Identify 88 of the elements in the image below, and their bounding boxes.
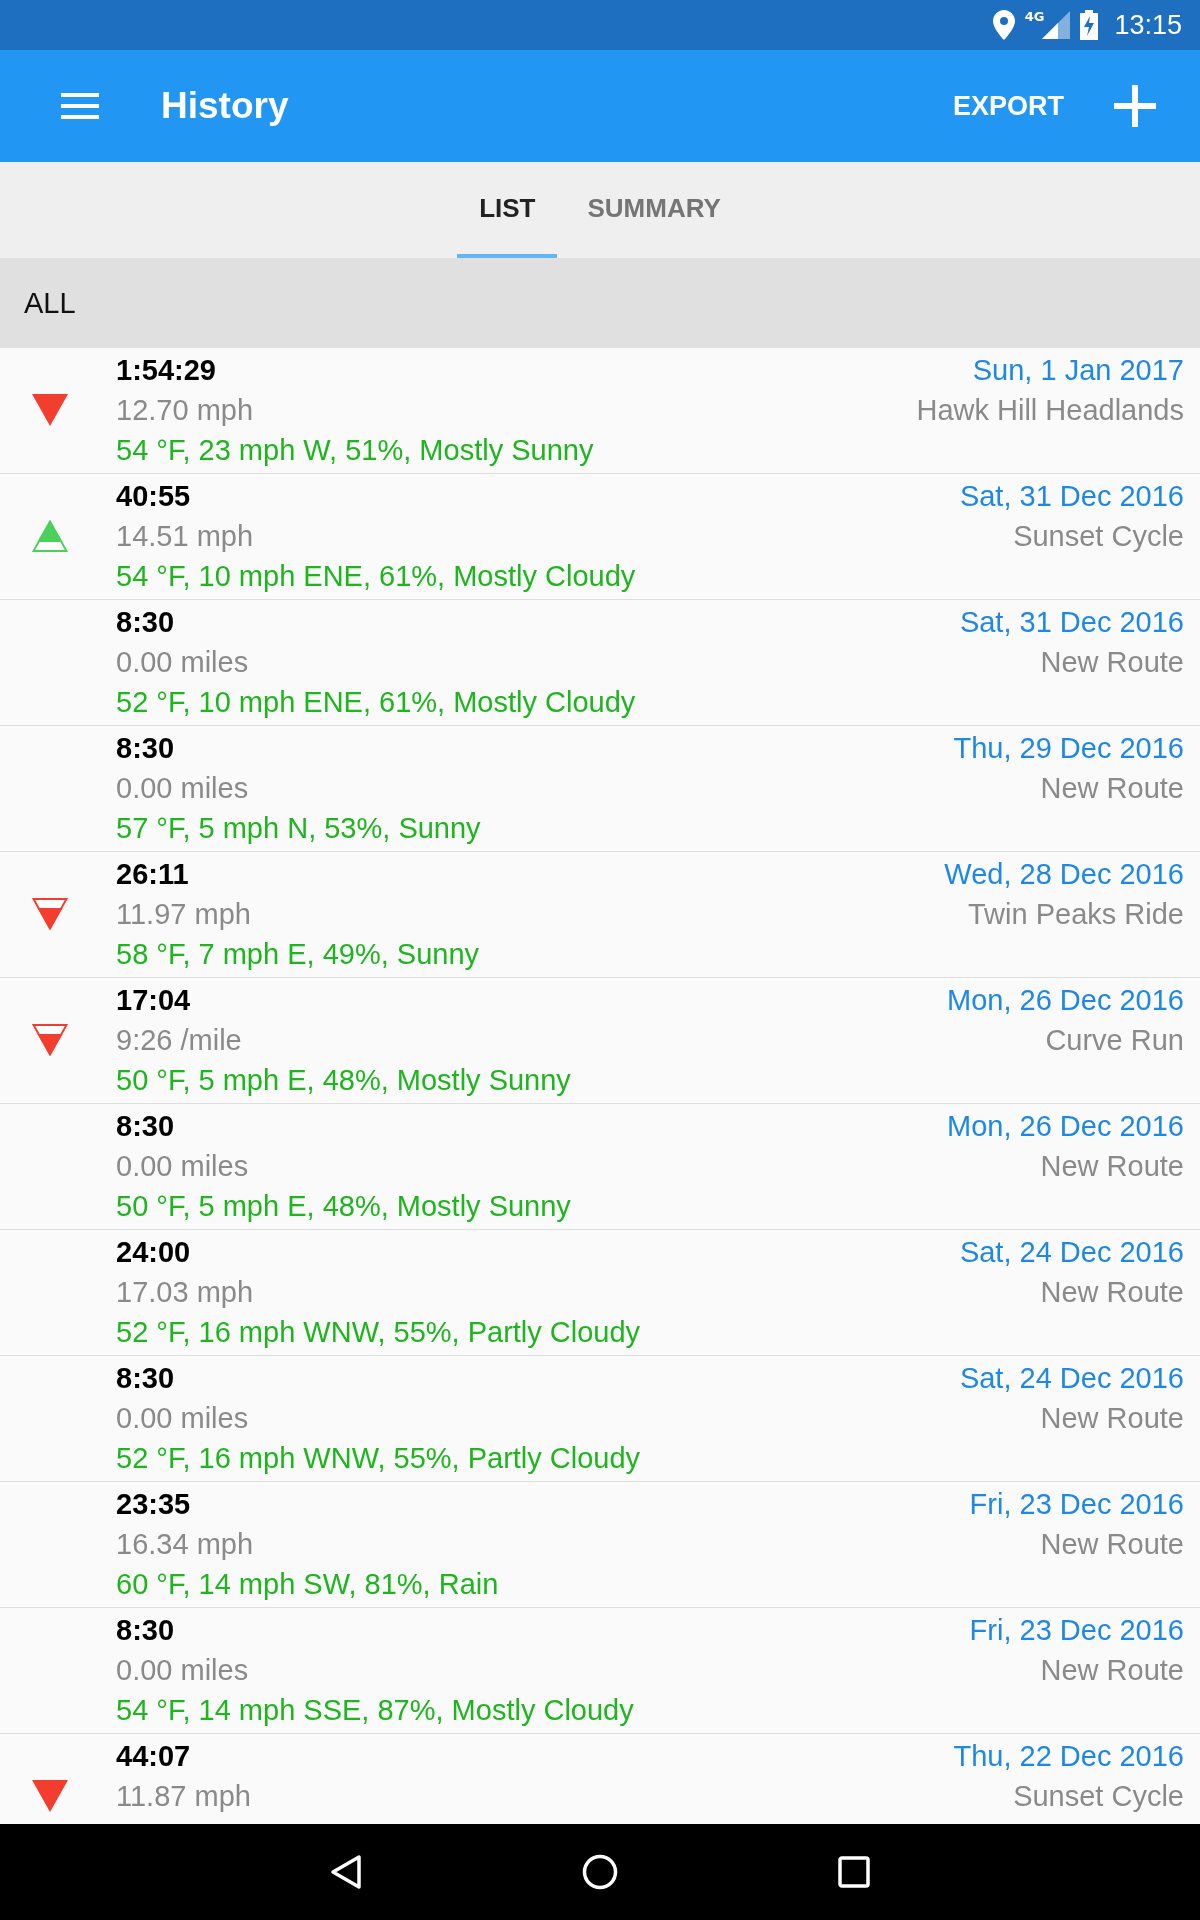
duration-text: 26:11 [116, 857, 189, 892]
date-text: Thu, 29 Dec 2016 [953, 731, 1184, 766]
duration-text: 17:04 [116, 983, 191, 1018]
pace-text: 16.34 mph [116, 1527, 254, 1562]
date-text: Sat, 24 Dec 2016 [959, 1235, 1184, 1270]
weather-text: 54 °F, 23 mph W, 51%, Mostly Sunny [116, 433, 594, 468]
weather-text: 57 °F, 5 mph N, 53%, Sunny [116, 811, 481, 846]
history-row[interactable]: 8:30 0.00 miles 57 °F, 5 mph N, 53%, Sunny Thu, 29 Dec 2016 New Route [0, 726, 1200, 852]
pace-text: 11.97 mph [116, 897, 251, 932]
pace-text: 12.70 mph [116, 393, 254, 428]
date-text: Sat, 31 Dec 2016 [959, 479, 1184, 514]
weather-text: 60 °F, 14 mph SW, 81%, Rain [116, 1567, 499, 1602]
date-text: Thu, 22 Dec 2016 [953, 1739, 1184, 1774]
duration-text: 8:30 [116, 731, 175, 766]
weather-text: 52 °F, 10 mph ENE, 61%, Mostly Cloudy [116, 685, 636, 720]
filter-label: ALL [24, 286, 76, 320]
down-triangle-icon [32, 394, 68, 426]
tab[interactable]: SUMMARY [565, 162, 743, 258]
pace-text: 17.03 mph [116, 1275, 254, 1310]
duration-text: 1:54:29 [116, 353, 216, 388]
date-text: Sun, 1 Jan 2017 [972, 353, 1184, 388]
route-name: Sunset Cycle [1013, 1779, 1184, 1814]
pace-text: 0.00 miles [116, 1401, 249, 1436]
pace-text: 11.87 mph [116, 1779, 251, 1814]
history-row[interactable]: 26:11 11.97 mph 58 °F, 7 mph E, 49%, Sunny Wed, 28 Dec 2016 Twin Peaks Ride [0, 852, 1200, 978]
history-row[interactable]: 8:30 0.00 miles 50 °F, 5 mph E, 48%, Mostly Sunny Mon, 26 Dec 2016 New Route [0, 1104, 1200, 1230]
date-text: Mon, 26 Dec 2016 [947, 1109, 1184, 1144]
history-row[interactable]: 40:55 14.51 mph 54 °F, 10 mph ENE, 61%, Mostly Cloudy Sat, 31 Dec 2016 Sunset Cycle [0, 474, 1200, 600]
duration-text: 8:30 [116, 1613, 175, 1648]
weather-text: 54 °F, 14 mph SSE, 87%, Mostly Cloudy [116, 1693, 634, 1728]
pace-text: 14.51 mph [116, 519, 254, 554]
down-triangle-icon [32, 1024, 68, 1056]
weather-text: 58 °F, 7 mph E, 49%, Sunny [116, 937, 480, 972]
duration-text: 23:35 [116, 1487, 191, 1522]
route-name: New Route [1040, 645, 1184, 680]
home-icon[interactable] [582, 1854, 618, 1890]
history-row[interactable]: 1:54:29 12.70 mph 54 °F, 23 mph W, 51%, Mostly Sunny Sun, 1 Jan 2017 Hawk Hill Headlands [0, 348, 1200, 474]
pace-text: 0.00 miles [116, 1653, 249, 1688]
signal-icon [1042, 11, 1071, 39]
history-row[interactable]: 17:04 9:26 /mile 50 °F, 5 mph E, 48%, Mostly Sunny Mon, 26 Dec 2016 Curve Run [0, 978, 1200, 1104]
date-text: Fri, 23 Dec 2016 [969, 1613, 1184, 1648]
menu-icon[interactable] [61, 93, 99, 119]
pace-text: 0.00 miles [116, 645, 249, 680]
weather-text: 52 °F, 16 mph WNW, 55%, Partly Cloudy [116, 1315, 641, 1350]
weather-text: 50 °F, 5 mph E, 48%, Mostly Sunny [116, 1063, 571, 1098]
down-triangle-icon [32, 1780, 68, 1812]
screen-title: History [161, 85, 290, 127]
history-row[interactable]: 8:30 0.00 miles 54 °F, 14 mph SSE, 87%, Mostly Cloudy Fri, 23 Dec 2016 New Route [0, 1608, 1200, 1734]
route-name: New Route [1040, 1401, 1184, 1436]
back-icon[interactable] [330, 1854, 362, 1890]
date-text: Sat, 24 Dec 2016 [959, 1361, 1184, 1396]
route-name: New Route [1040, 1275, 1184, 1310]
duration-text: 40:55 [116, 479, 191, 514]
location-icon [992, 10, 1015, 40]
recents-icon[interactable] [838, 1856, 870, 1888]
down-triangle-icon [32, 898, 68, 930]
route-name: New Route [1040, 1149, 1184, 1184]
weather-text: 50 °F, 5 mph E, 48%, Mostly Sunny [116, 1189, 571, 1224]
duration-text: 8:30 [116, 605, 175, 640]
date-text: Mon, 26 Dec 2016 [947, 983, 1184, 1018]
history-row[interactable]: 8:30 0.00 miles 52 °F, 16 mph WNW, 55%, Partly Cloudy Sat, 24 Dec 2016 New Route [0, 1356, 1200, 1482]
route-name: Curve Run [1045, 1023, 1184, 1058]
route-name: New Route [1040, 1653, 1184, 1688]
duration-text: 44:07 [116, 1739, 191, 1774]
date-text: Wed, 28 Dec 2016 [944, 857, 1184, 892]
up-triangle-icon [32, 520, 68, 552]
pace-text: 0.00 miles [116, 771, 249, 806]
route-name: New Route [1040, 771, 1184, 806]
history-row[interactable]: 23:35 16.34 mph 60 °F, 14 mph SW, 81%, Rain Fri, 23 Dec 2016 New Route [0, 1482, 1200, 1608]
date-text: Sat, 31 Dec 2016 [959, 605, 1184, 640]
history-row[interactable]: 24:00 17.03 mph 52 °F, 16 mph WNW, 55%, Partly Cloudy Sat, 24 Dec 2016 New Route [0, 1230, 1200, 1356]
duration-text: 8:30 [116, 1361, 175, 1396]
battery-charging-icon [1080, 10, 1099, 40]
route-name: Twin Peaks Ride [968, 897, 1184, 932]
duration-text: 24:00 [116, 1235, 191, 1270]
history-row[interactable]: 8:30 0.00 miles 52 °F, 10 mph ENE, 61%, Mostly Cloudy Sat, 31 Dec 2016 New Route [0, 600, 1200, 726]
weather-text: 54 °F, 10 mph ENE, 61%, Mostly Cloudy [116, 559, 636, 594]
add-icon[interactable] [1114, 85, 1156, 127]
route-name: Sunset Cycle [1013, 519, 1184, 554]
clock: 13:15 [1114, 9, 1182, 41]
route-name: Hawk Hill Headlands [916, 393, 1184, 428]
network-label: 4G [1024, 9, 1045, 24]
duration-text: 8:30 [116, 1109, 175, 1144]
route-name: New Route [1040, 1527, 1184, 1562]
pace-text: 9:26 /mile [116, 1023, 242, 1058]
weather-text: 52 °F, 16 mph WNW, 55%, Partly Cloudy [116, 1441, 641, 1476]
pace-text: 0.00 miles [116, 1149, 249, 1184]
date-text: Fri, 23 Dec 2016 [969, 1487, 1184, 1522]
